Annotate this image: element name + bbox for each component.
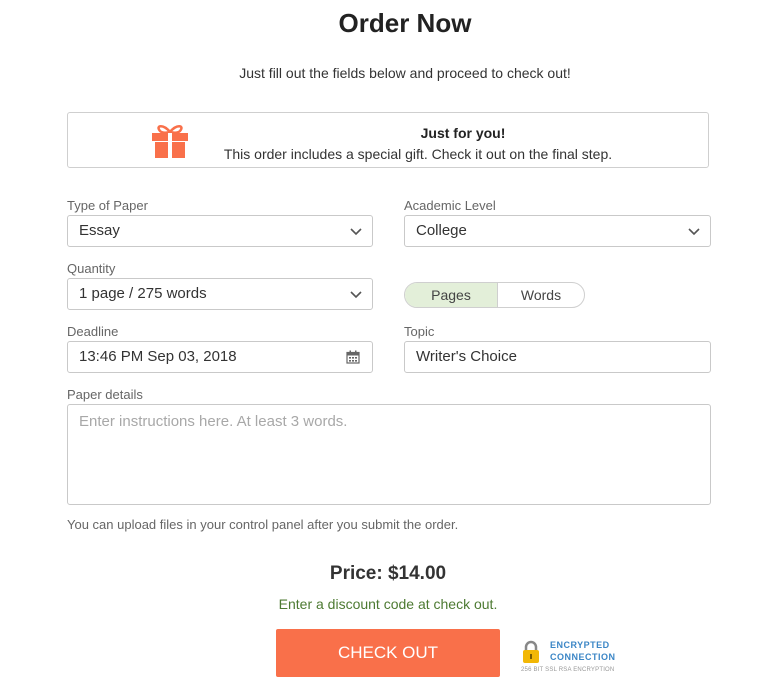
encrypted-label: ENCRYPTED	[550, 640, 610, 650]
quantity-select[interactable]: 1 page / 275 words	[67, 278, 373, 310]
unit-toggle: Pages Words	[404, 282, 585, 308]
deadline-label: Deadline	[67, 324, 119, 339]
gift-title: Just for you!	[420, 125, 506, 141]
connection-label: CONNECTION	[550, 652, 616, 662]
calendar-icon[interactable]	[346, 350, 360, 364]
upload-note: You can upload files in your control pan…	[67, 517, 459, 532]
quantity-value: 1 page / 275 words	[79, 285, 207, 302]
toggle-words[interactable]: Words	[497, 283, 584, 307]
chevron-down-icon	[350, 228, 362, 236]
paper-type-label: Type of Paper	[67, 198, 148, 213]
gift-banner: Just for you! This order includes a spec…	[67, 112, 709, 168]
academic-level-select[interactable]: College	[404, 215, 711, 247]
discount-note: Enter a discount code at check out.	[278, 596, 498, 612]
quantity-label: Quantity	[67, 261, 116, 276]
chevron-down-icon	[350, 291, 362, 299]
chevron-down-icon	[688, 228, 700, 236]
deadline-value: 13:46 PM Sep 03, 2018	[79, 348, 237, 365]
academic-level-value: College	[416, 222, 467, 239]
gift-text: This order includes a special gift. Chec…	[223, 146, 613, 162]
page-subtitle: Just fill out the fields below and proce…	[239, 65, 571, 81]
topic-value: Writer's Choice	[416, 348, 517, 365]
paper-type-select[interactable]: Essay	[67, 215, 373, 247]
toggle-pages[interactable]: Pages	[405, 283, 498, 307]
deadline-input[interactable]: 13:46 PM Sep 03, 2018	[67, 341, 373, 373]
paper-details-label: Paper details	[67, 387, 143, 402]
checkout-button[interactable]: CHECK OUT	[276, 629, 500, 677]
price-total: Price: $14.00	[329, 563, 447, 584]
academic-level-label: Academic Level	[404, 198, 496, 213]
topic-input[interactable]: Writer's Choice	[404, 341, 711, 373]
paper-details-textarea[interactable]: Enter instructions here. At least 3 word…	[67, 404, 711, 505]
page-title: Order Now	[338, 8, 472, 38]
paper-details-placeholder: Enter instructions here. At least 3 word…	[79, 413, 348, 430]
encryption-detail: 256 BIT SSL RSA ENCRYPTION	[521, 667, 615, 673]
lock-icon	[521, 640, 541, 669]
paper-type-value: Essay	[79, 222, 120, 239]
topic-label: Topic	[404, 324, 435, 339]
